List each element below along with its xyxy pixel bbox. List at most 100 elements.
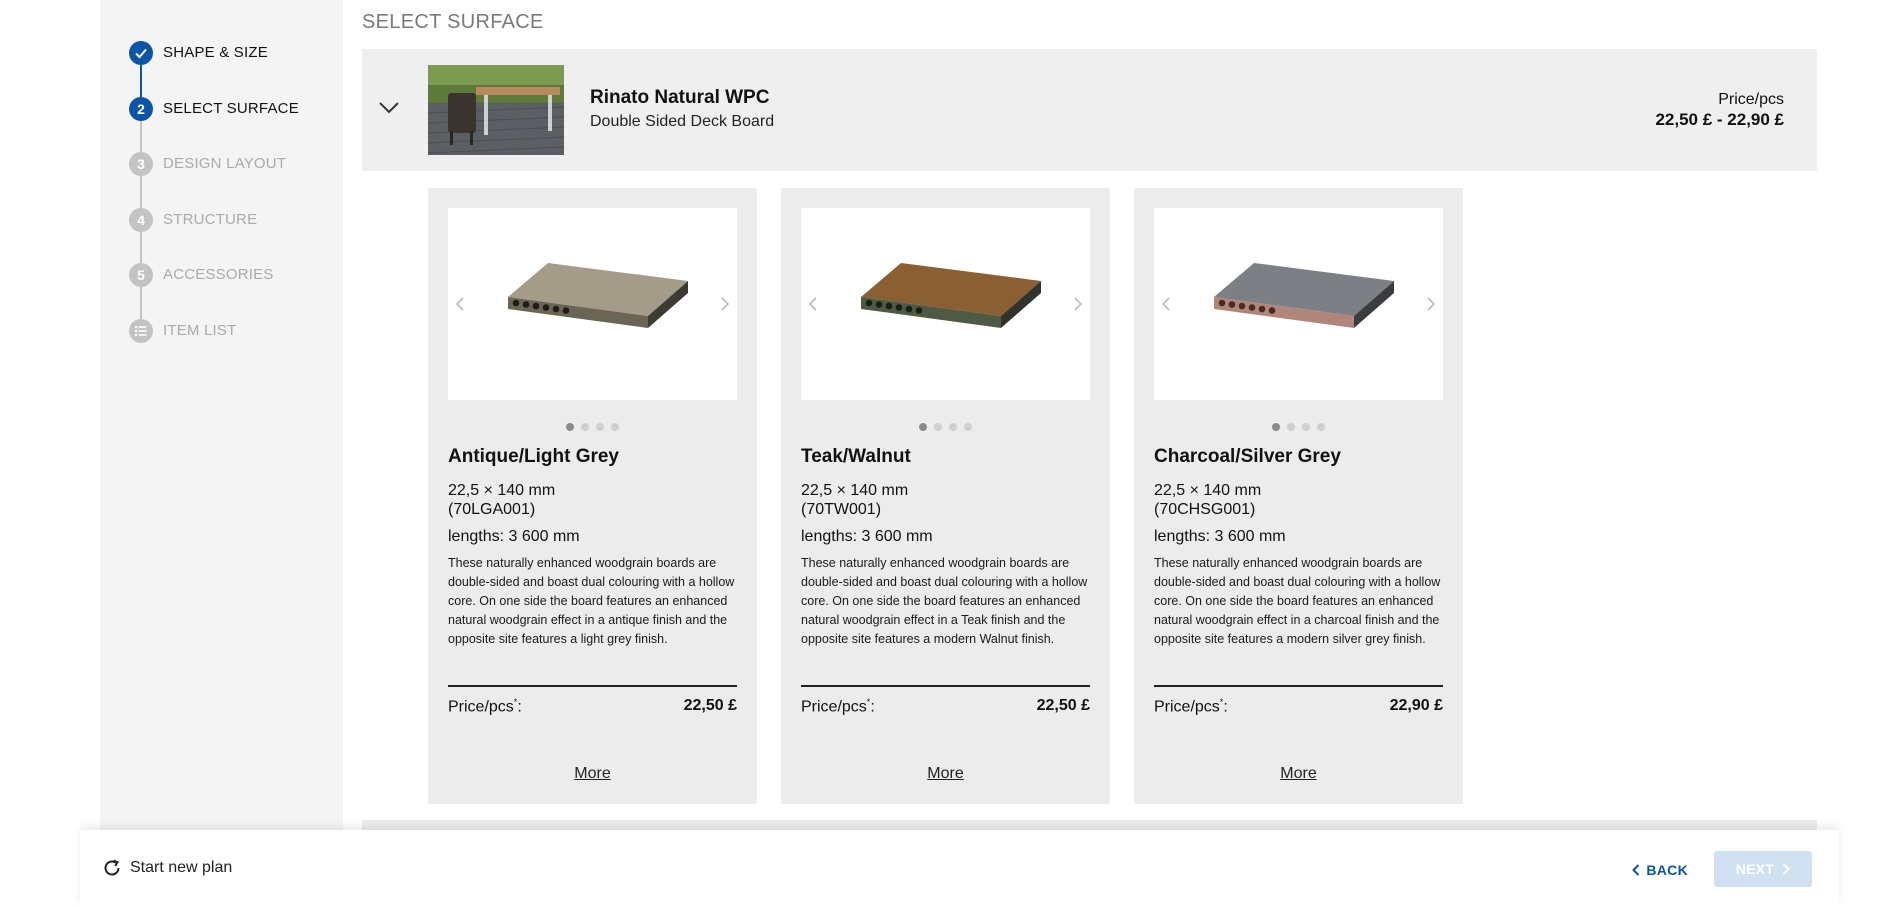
chevron-left-icon[interactable] [452,292,468,316]
back-label: BACK [1646,862,1688,878]
step-accessories: 5 ACCESSORIES [129,263,299,319]
step-design-layout: 3 DESIGN LAYOUT [129,152,299,208]
start-new-label: Start new plan [130,859,233,876]
chevron-down-icon[interactable] [374,93,404,123]
card-price-label: Price/pcs*: [448,697,522,716]
step-connector [140,176,142,208]
carousel-dot[interactable] [1317,423,1325,431]
deck-board-image [1214,263,1394,328]
step-label: SELECT SURFACE [163,99,299,117]
carousel-dot[interactable] [949,423,957,431]
card-price: 22,50 £ [1036,697,1090,714]
product-name: Rinato Natural WPC [590,87,770,108]
next-label: NEXT [1735,861,1775,877]
image-carousel [448,208,737,400]
card-price-label: Price/pcs*: [1154,697,1228,716]
next-product-header [362,820,1817,830]
chevron-right-icon[interactable] [1070,292,1086,316]
product-thumbnail [428,65,564,155]
card-price: 22,90 £ [1389,697,1443,714]
product-code: (70LGA001) [448,501,536,518]
deck-board-image [508,263,688,328]
product-code: (70TW001) [801,501,882,518]
carousel-dot[interactable] [919,423,927,431]
footer-bar: Start new plan BACK NEXT [80,830,1839,907]
product-subtitle: Double Sided Deck Board [590,113,775,130]
step-list: SHAPE & SIZE 2 SELECT SURFACE 3 DESIGN L… [129,41,299,374]
card-title: Antique/Light Grey [448,446,619,467]
step-label: STRUCTURE [163,210,258,228]
deck-board-image [861,263,1041,328]
surface-card[interactable]: Antique/Light Grey 22,5 × 140 mm (70LGA0… [428,188,757,804]
step-number: 3 [129,152,153,176]
card-dimensions: 22,5 × 140 mm (70TW001) [801,481,908,519]
carousel-dots [781,423,1110,431]
chevron-right-icon[interactable] [717,292,733,316]
card-description: These naturally enhanced woodgrain board… [801,556,1088,646]
step-connector [140,65,142,97]
carousel-dot[interactable] [611,423,619,431]
card-dimensions: 22,5 × 140 mm (70CHSG001) [1154,481,1261,519]
carousel-dot[interactable] [581,423,589,431]
surface-card-list: Antique/Light Grey 22,5 × 140 mm (70LGA0… [428,188,1463,804]
step-number: 2 [129,96,153,121]
chevron-left-icon[interactable] [1158,292,1174,316]
step-shape-size[interactable]: SHAPE & SIZE [129,41,299,97]
carousel-dot[interactable] [1302,423,1310,431]
list-icon [129,318,153,343]
price-label: Price/pcs [1718,91,1784,108]
step-number: 4 [129,207,153,232]
carousel-dot[interactable] [1287,423,1295,431]
card-lengths: lengths: 3 600 mm [1154,528,1286,545]
dimensions-text: 22,5 × 140 mm [801,482,909,499]
chevron-right-icon[interactable] [1423,292,1439,316]
carousel-dots [428,423,757,431]
progress-sidebar: SHAPE & SIZE 2 SELECT SURFACE 3 DESIGN L… [100,0,343,830]
surface-card[interactable]: Charcoal/Silver Grey 22,5 × 140 mm (70CH… [1134,188,1463,804]
price-range: 22,50 £ - 22,90 £ [1655,110,1784,129]
step-label: SHAPE & SIZE [163,44,268,61]
chevron-left-icon[interactable] [805,292,821,316]
carousel-dots [1134,423,1463,431]
card-lengths: lengths: 3 600 mm [448,528,580,545]
card-price-label: Price/pcs*: [801,697,875,716]
step-item-list: ITEM LIST [129,318,299,375]
carousel-dot[interactable] [566,423,574,431]
card-description: These naturally enhanced woodgrain board… [448,556,735,646]
back-button[interactable]: BACK [1632,855,1688,885]
step-select-surface[interactable]: 2 SELECT SURFACE [129,96,299,152]
dimensions-text: 22,5 × 140 mm [1154,482,1262,499]
start-new-plan-button[interactable]: Start new plan [102,858,232,878]
checkmark-icon [129,41,153,65]
step-label: ITEM LIST [163,321,237,339]
image-carousel [801,208,1090,400]
carousel-dot[interactable] [1272,423,1280,431]
more-link[interactable]: More [781,765,1110,783]
product-header[interactable]: Rinato Natural WPC Double Sided Deck Boa… [362,49,1817,171]
step-label: ACCESSORIES [163,266,274,283]
card-title: Charcoal/Silver Grey [1154,446,1341,467]
chevron-left-icon [1632,864,1640,876]
step-label: DESIGN LAYOUT [163,155,287,172]
refresh-icon [104,859,120,876]
carousel-dot[interactable] [964,423,972,431]
step-connector [140,287,142,319]
next-button[interactable]: NEXT [1714,851,1812,887]
carousel-dot[interactable] [934,423,942,431]
card-lengths: lengths: 3 600 mm [801,528,933,545]
chevron-right-icon [1783,863,1791,875]
surface-card[interactable]: Teak/Walnut 22,5 × 140 mm (70TW001) leng… [781,188,1110,804]
step-connector [140,120,142,152]
card-dimensions: 22,5 × 140 mm (70LGA001) [448,481,555,519]
section-title: SELECT SURFACE [362,11,544,33]
image-carousel [1154,208,1443,400]
card-description: These naturally enhanced woodgrain board… [1154,556,1441,646]
more-link[interactable]: More [1134,765,1463,783]
carousel-dot[interactable] [596,423,604,431]
more-link[interactable]: More [428,765,757,783]
dimensions-text: 22,5 × 140 mm [448,482,556,499]
divider [1154,685,1443,687]
step-connector [140,231,142,263]
card-price: 22,50 £ [683,697,737,714]
product-code: (70CHSG001) [1154,501,1256,518]
